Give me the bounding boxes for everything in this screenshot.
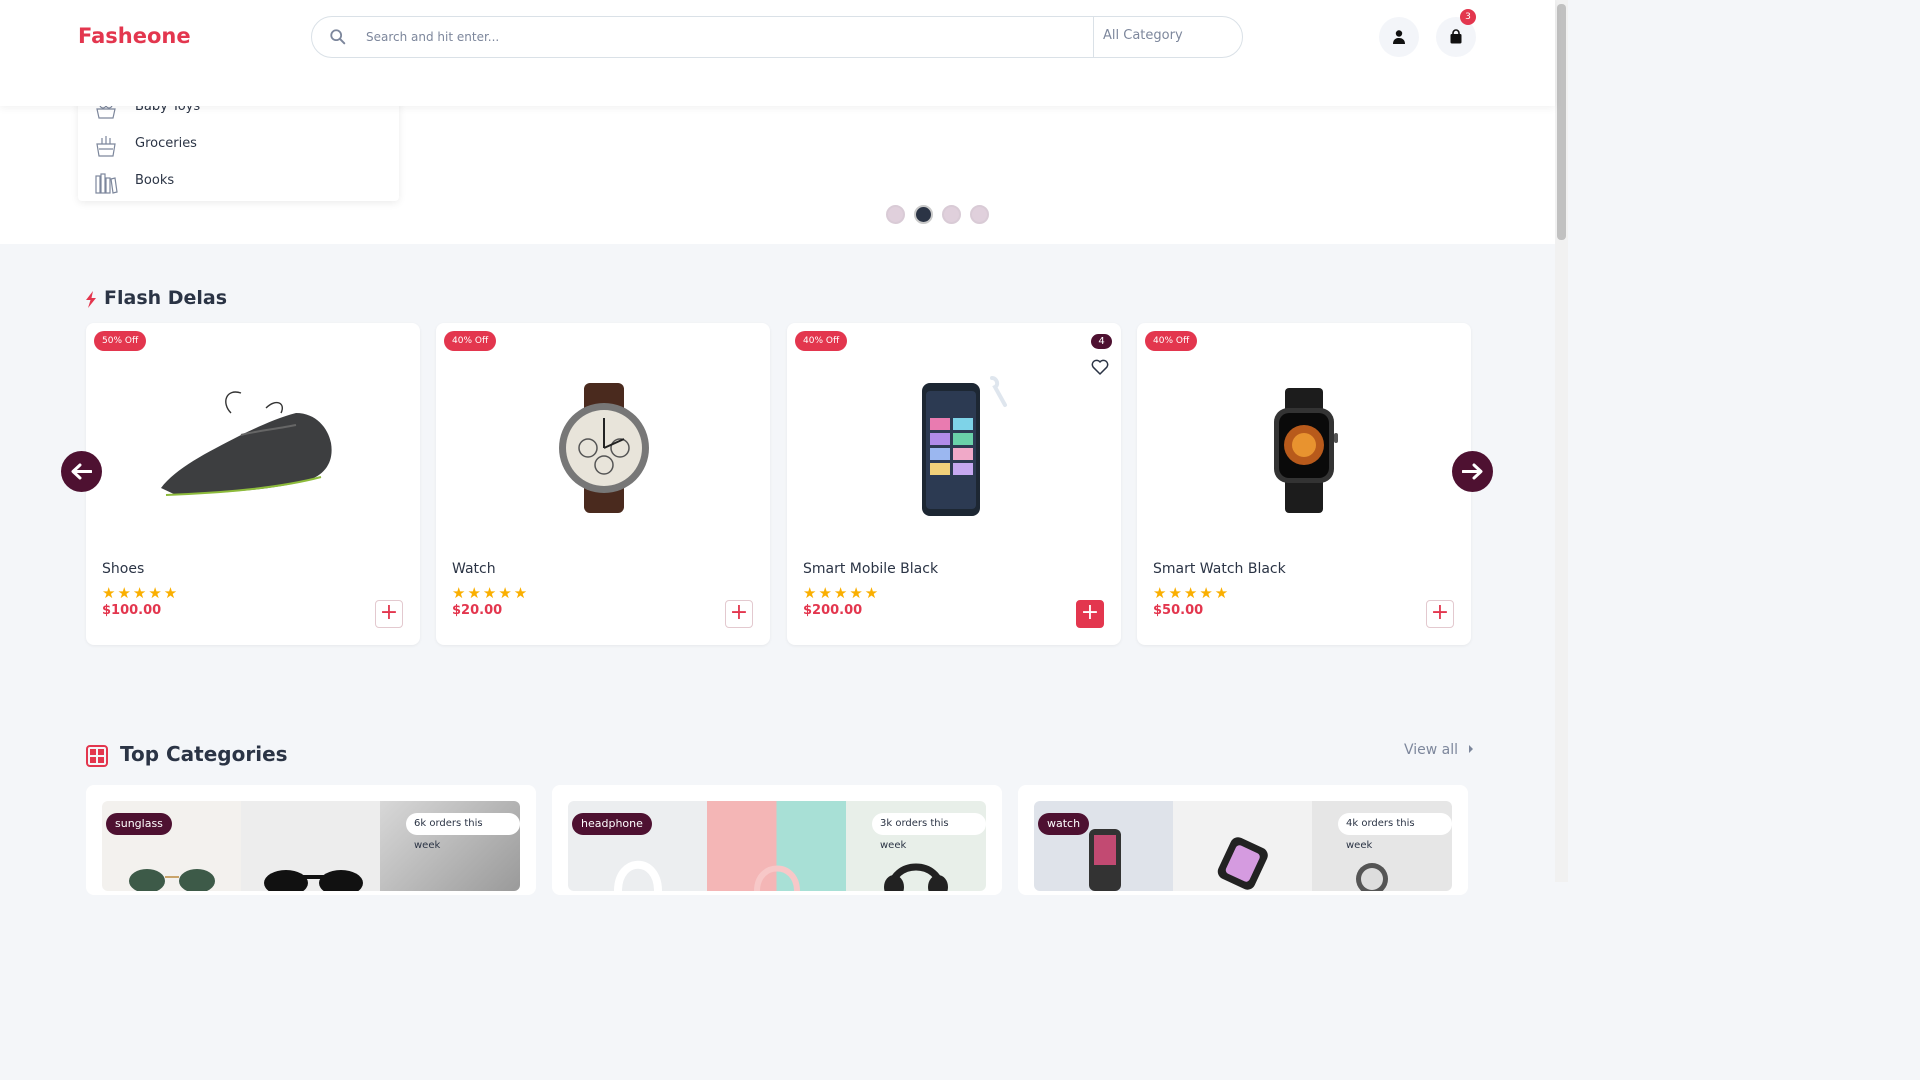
smartphone-image (922, 376, 1007, 516)
star-rating: ★★★★★ (1153, 584, 1231, 602)
search-icon[interactable] (329, 28, 347, 46)
product-card[interactable]: 40% Off 4 Smart Mobile Black ★★★★★ $200.… (787, 323, 1121, 645)
lightning-icon (86, 291, 96, 308)
arrow-right-icon (1462, 463, 1483, 480)
star-rating: ★★★★★ (102, 584, 180, 602)
add-to-cart-button[interactable]: + (375, 600, 403, 628)
caret-right-icon (1469, 745, 1474, 753)
page-scrollbar[interactable] (1555, 0, 1568, 882)
watch-photo (1173, 801, 1312, 891)
carousel-dot[interactable] (970, 205, 989, 224)
shoe-image (161, 391, 332, 496)
site-logo[interactable]: Fasheone (78, 24, 191, 48)
top-categories-title: Top Categories (120, 742, 288, 766)
carousel-dot[interactable] (942, 205, 961, 224)
cart-quantity-badge: 4 (1091, 334, 1112, 349)
search-input[interactable] (366, 18, 1092, 56)
product-card[interactable]: 40% Off Watch ★★★★★ $20.00 + (436, 323, 770, 645)
category-card-watch[interactable]: watch 4k orders this week (1018, 785, 1468, 895)
category-tag: sunglass (106, 813, 172, 835)
category-item-groceries[interactable]: Groceries (78, 128, 399, 164)
product-price: $100.00 (102, 603, 162, 618)
groceries-icon (96, 136, 116, 157)
search-bar: All Category (311, 16, 1243, 58)
headphone-photo (707, 801, 846, 891)
category-card-sunglass[interactable]: sunglass 6k orders this week (86, 785, 536, 895)
star-rating: ★★★★★ (803, 584, 881, 602)
product-name[interactable]: Watch (452, 561, 496, 577)
add-to-cart-button[interactable]: + (1076, 600, 1104, 628)
scrollbar-thumb[interactable] (1557, 4, 1566, 240)
category-tag: headphone (572, 813, 652, 835)
category-photos: headphone 3k orders this week (568, 801, 986, 891)
discount-badge: 50% Off (94, 331, 147, 351)
account-button[interactable] (1379, 17, 1419, 57)
smartwatch-image (1274, 388, 1338, 513)
site-header: Fasheone All Category (0, 0, 1555, 106)
carousel-dot[interactable] (886, 205, 905, 224)
category-photos: sunglass 6k orders this week (102, 801, 520, 891)
heart-icon[interactable] (1091, 359, 1109, 375)
category-label: Books (135, 173, 175, 188)
watch-image (559, 383, 649, 513)
category-label: Groceries (135, 136, 197, 151)
discount-badge: 40% Off (1145, 331, 1198, 351)
product-price: $200.00 (803, 603, 863, 618)
view-all-label: View all (1404, 742, 1459, 758)
star-rating: ★★★★★ (452, 584, 530, 602)
discount-badge: 40% Off (795, 331, 848, 351)
discount-badge: 40% Off (444, 331, 497, 351)
flash-deals-title: Flash Delas (104, 287, 228, 309)
product-name[interactable]: Smart Mobile Black (803, 561, 938, 577)
books-icon (95, 173, 118, 194)
sunglass-photo (241, 801, 380, 891)
user-icon (1393, 30, 1405, 44)
product-name[interactable]: Shoes (102, 561, 144, 577)
cart-count-badge: 3 (1460, 9, 1476, 25)
carousel-next-button[interactable] (1452, 451, 1493, 492)
shopping-bag-icon (1450, 29, 1462, 44)
view-all-link[interactable]: View all (1404, 742, 1476, 758)
orders-badge: 6k orders this week (406, 813, 520, 851)
product-price: $20.00 (452, 603, 503, 618)
product-card[interactable]: 50% Off Shoes ★★★★★ $100.00 + (86, 323, 420, 645)
arrow-left-icon (71, 463, 92, 480)
add-to-cart-button[interactable]: + (1426, 600, 1454, 628)
category-item-books[interactable]: Books (78, 165, 399, 201)
product-name[interactable]: Smart Watch Black (1153, 561, 1286, 577)
orders-badge: 4k orders this week (1338, 813, 1452, 851)
orders-badge: 3k orders this week (872, 813, 986, 851)
add-to-cart-button[interactable]: + (725, 600, 753, 628)
product-price: $50.00 (1153, 603, 1204, 618)
category-select[interactable]: All Category (1093, 17, 1243, 57)
categories-grid-icon (86, 745, 108, 767)
carousel-prev-button[interactable] (61, 451, 102, 492)
category-photos: watch 4k orders this week (1034, 801, 1452, 891)
carousel-dot-active[interactable] (914, 205, 933, 224)
product-card[interactable]: 40% Off Smart Watch Black ★★★★★ $50.00 + (1137, 323, 1471, 645)
category-card-headphone[interactable]: headphone 3k orders this week (552, 785, 1002, 895)
category-tag: watch (1038, 813, 1090, 835)
